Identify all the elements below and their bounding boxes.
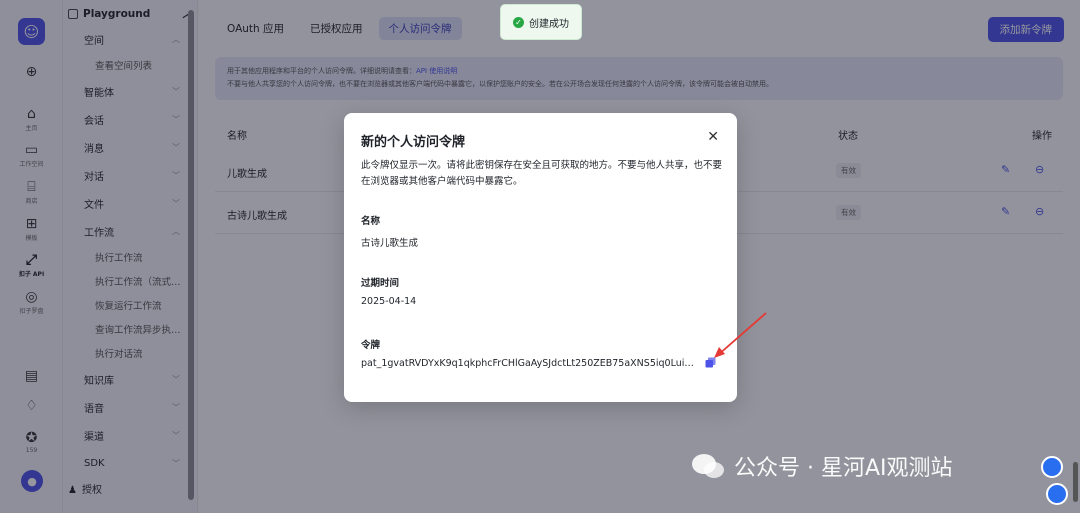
new-token-modal: 新的个人访问令牌 ✕ 此令牌仅显示一次。请将此密钥保存在安全且可获取的地方。不要… [344, 113, 737, 402]
modal-description: 此令牌仅显示一次。请将此密钥保存在安全且可获取的地方。不要与他人共享，也不要在浏… [361, 160, 723, 187]
page-scrollbar[interactable] [1073, 462, 1078, 502]
check-circle-icon: ✓ [513, 16, 524, 28]
float-assistant-icon[interactable] [1041, 456, 1063, 478]
wechat-icon [692, 454, 724, 478]
float-assistant-icon-2[interactable] [1046, 483, 1068, 505]
close-icon[interactable]: ✕ [707, 129, 719, 145]
annotation-arrow-icon [714, 312, 767, 358]
token-value: pat_1gvatRVDYxK9q1qkphcFrCHlGaAySJdctLt2… [361, 358, 697, 369]
token-label: 令牌 [361, 340, 381, 351]
watermark: 公众号 · 星河AI观测站 [690, 450, 953, 482]
expire-value: 2025-04-14 [361, 296, 417, 307]
name-label: 名称 [361, 216, 381, 227]
expire-label: 过期时间 [361, 278, 400, 289]
success-toast: ✓ 创建成功 [500, 4, 582, 40]
name-value: 古诗儿歌生成 [361, 238, 419, 249]
modal-title: 新的个人访问令牌 [361, 135, 466, 150]
